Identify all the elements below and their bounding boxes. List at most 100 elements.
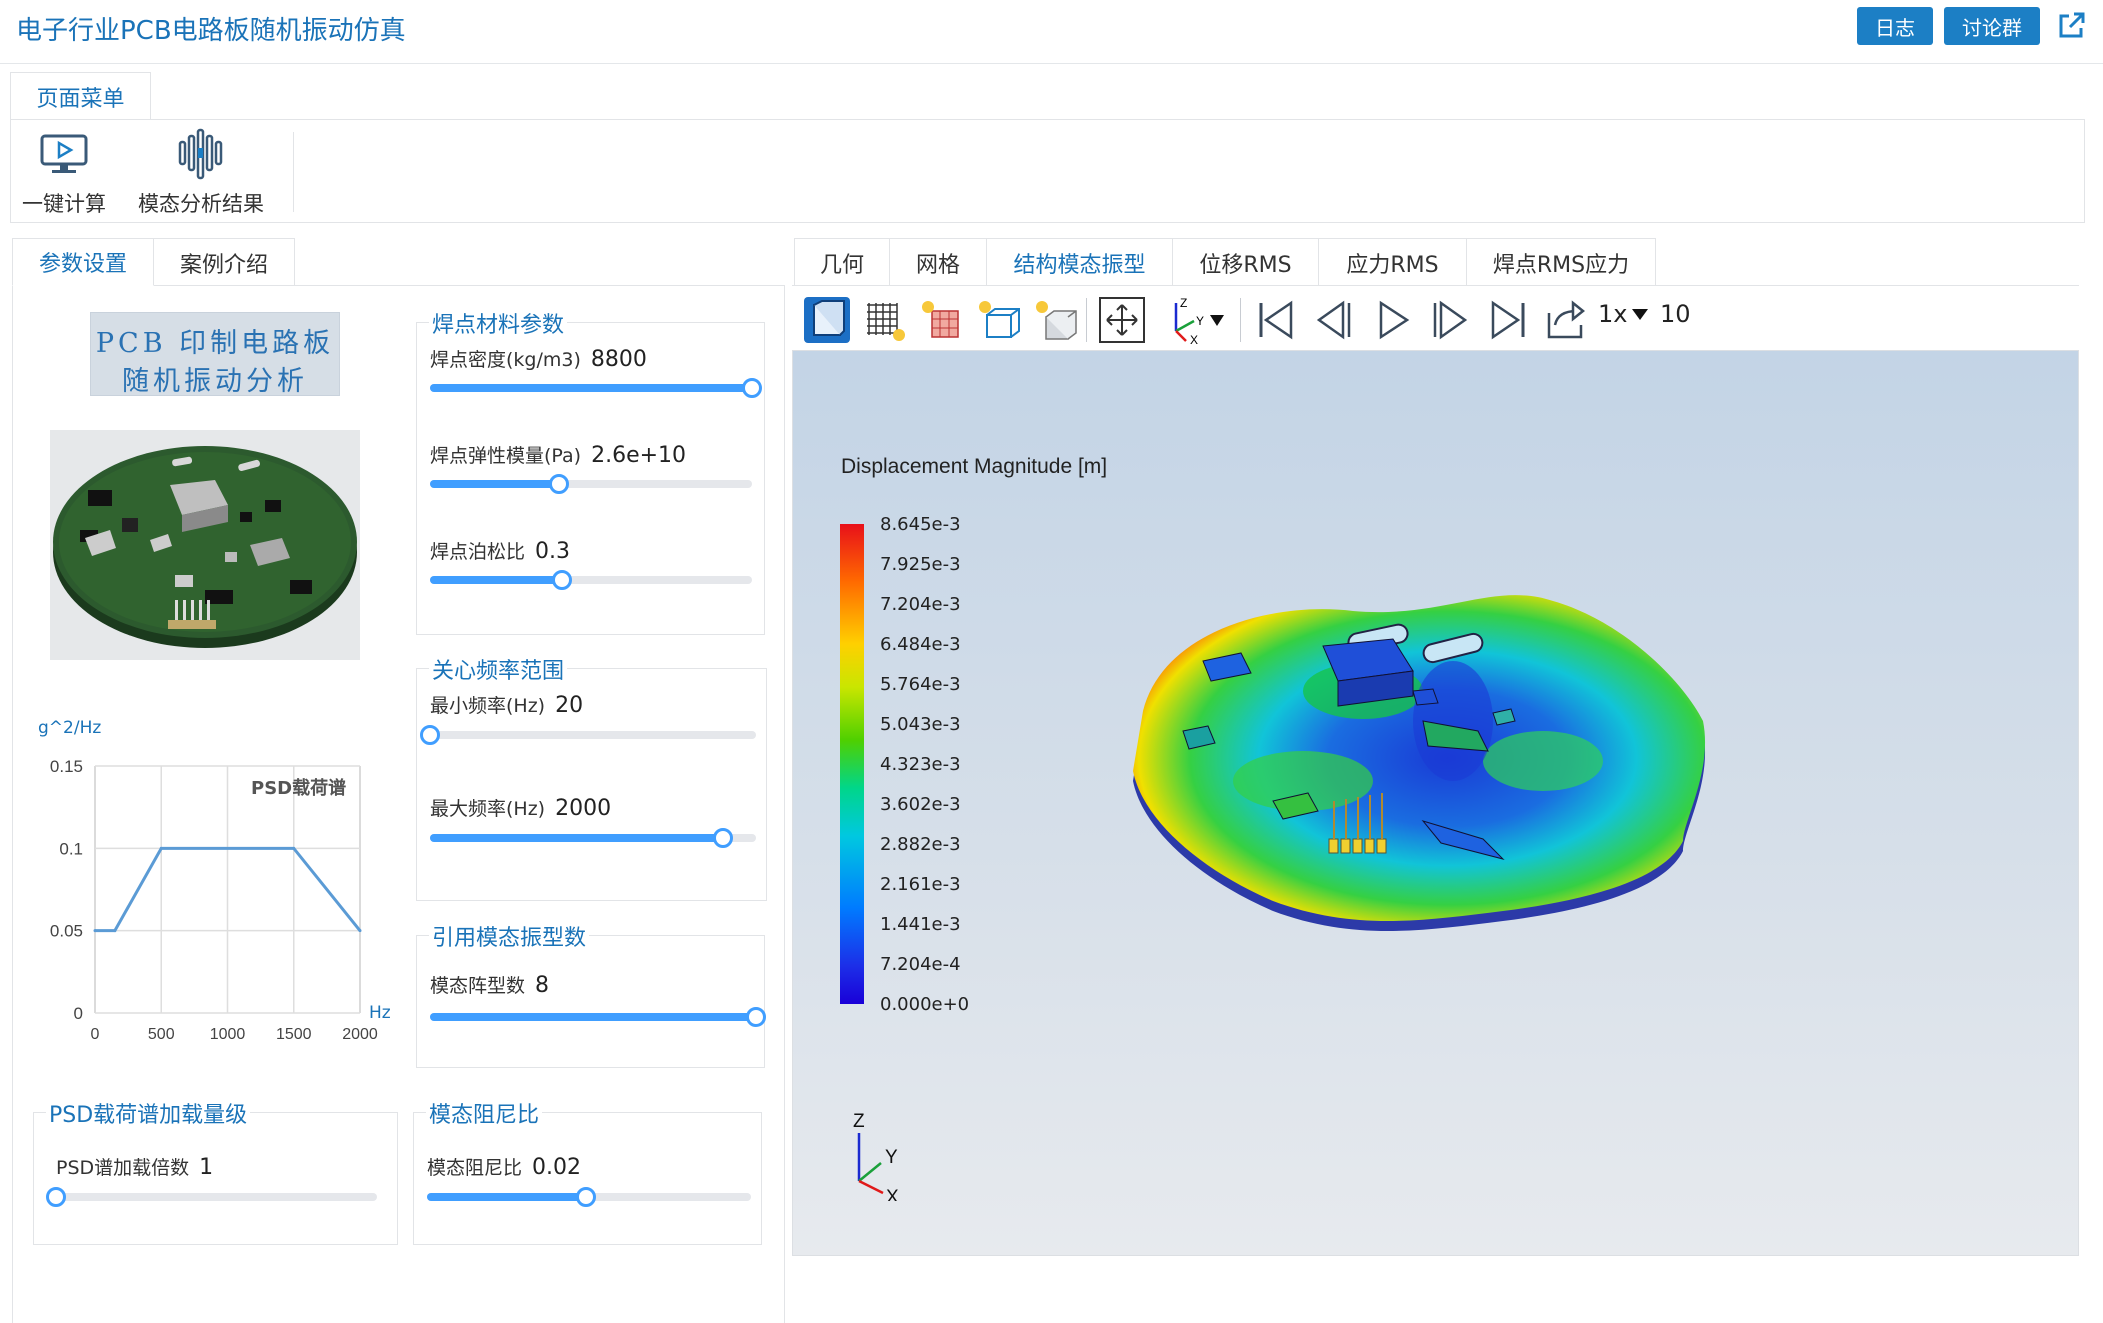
slider-thumb[interactable]	[746, 1007, 766, 1027]
param-value: 0.02	[532, 1155, 581, 1180]
param-label: 焊点泊松比	[430, 541, 526, 563]
tab-case-intro[interactable]: 案例介绍	[153, 238, 295, 286]
param-slider[interactable]	[430, 1007, 766, 1027]
psd-point	[358, 929, 362, 933]
param-row: 模态阻尼比 0.02	[427, 1153, 581, 1180]
tab-page-menu[interactable]: 页面菜单	[10, 72, 151, 120]
tab-right-2[interactable]: 结构模态振型	[986, 238, 1173, 286]
param-slider[interactable]	[430, 378, 762, 398]
solid-light-icon[interactable]	[1027, 292, 1083, 348]
colorbar-label: 2.882e-3	[880, 834, 961, 855]
tab-right-3[interactable]: 位移RMS	[1172, 238, 1319, 286]
colorbar-label: 7.925e-3	[880, 554, 961, 575]
psd-point	[292, 846, 296, 850]
wireframe-light-icon[interactable]	[970, 292, 1026, 348]
param-row: 模态阵型数 8	[430, 971, 549, 998]
colorbar-gradient	[840, 524, 864, 1004]
discuss-group-button[interactable]: 讨论群	[1944, 7, 2040, 45]
tool-label: 模态分析结果	[138, 192, 264, 216]
tab-right-0[interactable]: 几何	[794, 238, 890, 286]
tab-parameter-settings[interactable]: 参数设置	[12, 238, 154, 286]
toolbar-separator	[1240, 298, 1241, 342]
param-label: 最大频率(Hz)	[430, 798, 546, 820]
playback-speed-select[interactable]: 1x	[1598, 300, 1649, 328]
param-row: 最小频率(Hz) 20	[430, 691, 583, 718]
x-tick-label: 0	[91, 1026, 100, 1043]
param-slider[interactable]	[430, 474, 752, 494]
svg-text:X: X	[1190, 333, 1198, 345]
param-row: 焊点泊松比 0.3	[430, 537, 570, 564]
psd-point	[159, 846, 163, 850]
param-value: 2.6e+10	[591, 443, 687, 468]
app-title: 电子行业PCB电路板随机振动仿真	[16, 16, 406, 46]
psd-point	[113, 929, 117, 933]
loop-icon[interactable]	[1538, 292, 1594, 348]
freq-range-group: 关心频率范围 最小频率(Hz) 20 最大频率(Hz) 2000	[416, 653, 767, 901]
speed-label: 1x	[1598, 300, 1628, 328]
psd-chart-caption: PSD载荷谱	[251, 777, 346, 799]
param-slider[interactable]	[46, 1187, 377, 1207]
prev-frame-icon[interactable]	[1306, 292, 1362, 348]
axis-z-label: Z	[853, 1111, 865, 1132]
axes-orient-icon[interactable]: ZYX	[1158, 292, 1232, 348]
param-label: 焊点密度(kg/m3)	[430, 349, 581, 371]
solder-material-group: 焊点材料参数 焊点密度(kg/m3) 8800 焊点弹性模量(Pa) 2.6e+10 焊点…	[416, 307, 765, 635]
case-title-line2: 随机振动分析	[122, 366, 308, 397]
tab-right-1[interactable]: 网格	[889, 238, 987, 286]
slider-fill	[430, 834, 724, 842]
first-frame-icon[interactable]	[1248, 292, 1304, 348]
monitor-play-icon	[38, 128, 90, 180]
param-value: 8	[535, 973, 550, 998]
colorbar-label: 1.441e-3	[880, 914, 961, 935]
colorbar-title: Displacement Magnitude [m]	[841, 455, 1108, 478]
modal-analysis-result-button[interactable]: 模态分析结果	[138, 128, 264, 218]
slider-thumb[interactable]	[552, 570, 573, 590]
play-icon[interactable]	[1364, 292, 1420, 348]
colorbar-label: 4.323e-3	[880, 754, 961, 775]
param-slider[interactable]	[430, 828, 756, 848]
param-row: 焊点弹性模量(Pa) 2.6e+10	[430, 441, 686, 468]
x-tick-label: 1000	[210, 1026, 246, 1043]
case-title-banner: PCB 印制电路板 随机振动分析	[90, 312, 340, 397]
slider-thumb[interactable]	[713, 828, 734, 848]
tab-right-5[interactable]: 焊点RMS应力	[1466, 238, 1656, 286]
x-tick-label: 500	[148, 1026, 175, 1043]
slider-thumb[interactable]	[46, 1187, 66, 1207]
y-tick-label: 0.05	[50, 922, 83, 941]
colorbar-label: 5.764e-3	[880, 674, 961, 695]
param-slider[interactable]	[427, 1187, 751, 1207]
param-slider[interactable]	[430, 570, 752, 590]
colorbar-label: 3.602e-3	[880, 794, 961, 815]
param-label: PSD谱加载倍数	[56, 1157, 190, 1179]
log-button[interactable]: 日志	[1857, 7, 1933, 45]
external-link-icon[interactable]	[2055, 10, 2087, 42]
svg-text:Y: Y	[1196, 314, 1204, 328]
slider-fill	[430, 576, 563, 584]
axes-triad: Z Y X	[853, 1111, 899, 1201]
mesh-light-icon[interactable]	[913, 292, 969, 348]
group-title: 焊点材料参数	[429, 307, 568, 339]
tab-right-4[interactable]: 应力RMS	[1318, 238, 1467, 286]
colorbar-label: 7.204e-4	[880, 954, 961, 975]
slider-thumb[interactable]	[742, 378, 762, 398]
slider-thumb[interactable]	[575, 1187, 596, 1207]
3d-viewer[interactable]: Displacement Magnitude [m] 8.645e-3 7.925…	[792, 350, 2079, 1256]
slider-thumb[interactable]	[420, 725, 440, 745]
last-frame-icon[interactable]	[1480, 292, 1536, 348]
param-slider[interactable]	[420, 725, 756, 745]
slider-thumb[interactable]	[548, 474, 569, 494]
psd-chart: 0 500 1000 1500 2000 0 0.05 0.1 0.15 PSD载荷谱	[50, 757, 378, 1043]
next-frame-icon[interactable]	[1422, 292, 1478, 348]
colorbar-label: 8.645e-3	[880, 514, 961, 535]
solid-view-icon[interactable]	[799, 292, 855, 348]
y-tick-label: 0.15	[50, 757, 83, 776]
param-value: 0.3	[535, 539, 571, 564]
param-label: 模态阵型数	[430, 975, 526, 997]
slider-fill	[430, 480, 559, 488]
psd-point	[93, 929, 97, 933]
mesh-view-icon[interactable]	[856, 292, 912, 348]
one-click-compute-button[interactable]: 一键计算	[22, 128, 106, 218]
fit-view-icon[interactable]	[1094, 292, 1150, 348]
slider-fill	[430, 1013, 756, 1021]
axis-x-label: X	[886, 1187, 899, 1201]
